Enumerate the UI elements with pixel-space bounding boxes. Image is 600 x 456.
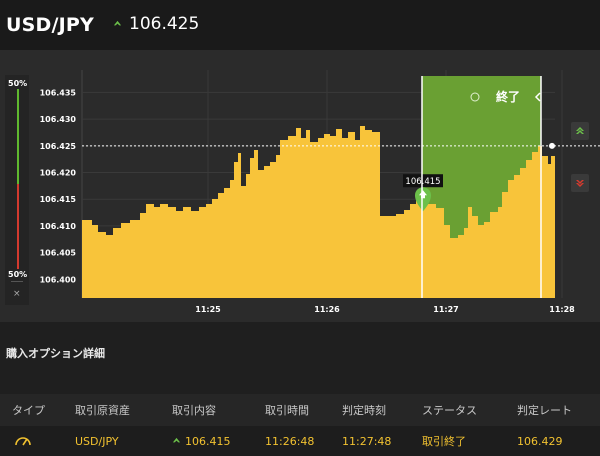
low-button[interactable] [571, 174, 589, 192]
chevron-up-icon [576, 127, 584, 134]
y-tick-label: 106.400 [40, 275, 77, 284]
cell-trade-time: 11:26:48 [265, 434, 315, 448]
trade-details-table: タイプ 取引原資産 取引内容 取引時間 判定時刻 ステータス 判定レート USD… [0, 394, 600, 456]
current-rate-dot [549, 142, 555, 149]
y-tick-label: 106.405 [40, 249, 77, 258]
header-status: ステータス [422, 404, 477, 417]
window-end-label: 終了 [496, 89, 520, 104]
current-rate-display: 106.425 [113, 14, 199, 34]
x-tick-label: 11:28 [549, 305, 575, 314]
y-tick-label: 106.430 [40, 115, 77, 124]
cell-judge-time: 11:27:48 [342, 434, 392, 448]
high-button[interactable] [571, 122, 589, 140]
table-row[interactable]: USD/JPY 106.415 11:26:48 11:27:48 取引終了 1… [0, 426, 600, 456]
x-tick-label: 11:26 [314, 305, 340, 314]
gauge-type-icon [15, 437, 31, 446]
up-arrow-icon [172, 437, 181, 442]
y-tick-label: 106.415 [40, 195, 77, 204]
header-trade-time: 取引時間 [265, 404, 309, 417]
y-tick-label: 106.435 [40, 88, 77, 97]
cell-status: 取引終了 [422, 435, 466, 448]
y-tick-label: 106.420 [40, 169, 77, 178]
header-judge-time: 判定時刻 [342, 404, 386, 417]
current-rate-value: 106.425 [129, 14, 200, 34]
rate-chart: 終了 106.435 106.430 106.425 106.420 106.415 10… [40, 70, 600, 314]
header-type: タイプ [12, 404, 45, 417]
cell-judge-rate: 106.429 [517, 434, 563, 448]
header-asset: 取引原資産 [75, 404, 130, 417]
y-tick-label: 106.425 [40, 142, 77, 151]
header-direction: 取引内容 [172, 404, 216, 417]
header-bar: USD/JPY 106.425 [0, 0, 600, 50]
cell-asset: USD/JPY [75, 434, 119, 448]
table-header-row: タイプ 取引原資産 取引内容 取引時間 判定時刻 ステータス 判定レート [0, 394, 600, 426]
chevron-down-icon [576, 180, 584, 187]
purchase-details-title: 購入オプション詳細 [6, 347, 105, 360]
rate-up-arrow-icon [113, 20, 122, 25]
x-tick-label: 11:25 [195, 305, 221, 314]
entry-rate-label: 106.415 [405, 177, 440, 187]
y-tick-label: 106.410 [40, 222, 77, 231]
cell-direction: 106.415 [172, 435, 231, 448]
x-tick-label: 11:27 [433, 305, 458, 314]
cell-direction-rate: 106.415 [185, 434, 231, 448]
currency-pair-title: USD/JPY [6, 14, 94, 36]
header-judge-rate: 判定レート [517, 404, 572, 417]
